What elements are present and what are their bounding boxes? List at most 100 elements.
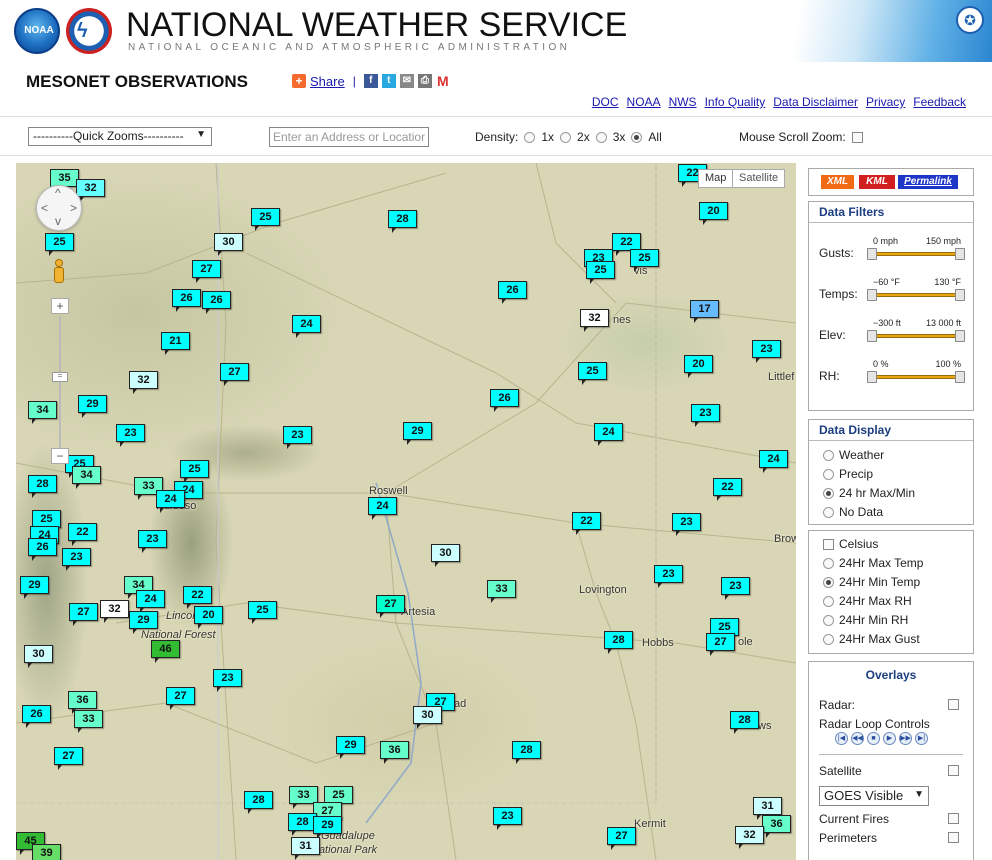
station-marker[interactable]: 33 [74,710,103,733]
station-marker[interactable]: 17 [690,300,719,323]
loop-forward-icon[interactable]: ▶▶ [899,732,912,745]
filter-gusts-min-handle[interactable] [867,248,877,260]
maxmin-option-min-temp[interactable]: 24Hr Min Temp [823,575,920,589]
station-marker[interactable]: 26 [490,389,519,412]
station-marker[interactable]: 27 [706,633,735,656]
station-marker[interactable]: 22 [713,478,742,501]
filter-gusts-max-handle[interactable] [955,248,965,260]
facebook-icon[interactable]: f [363,74,378,88]
display-option-nodata[interactable]: No Data [823,505,883,519]
filter-temps-min-handle[interactable] [867,289,877,301]
station-marker[interactable]: 21 [161,332,190,355]
station-marker[interactable]: 29 [78,395,107,418]
satellite-checkbox[interactable] [948,765,959,776]
nav-link-nws[interactable]: NWS [669,95,697,109]
loop-first-icon[interactable]: |◀ [835,732,848,745]
station-marker[interactable]: 30 [413,706,442,729]
station-marker[interactable]: 23 [672,513,701,536]
maxmin-radio-max-temp[interactable] [823,557,834,569]
station-marker[interactable]: 23 [721,577,750,600]
nav-link-feedback[interactable]: Feedback [913,95,966,109]
loop-play-icon[interactable]: ▶ [883,732,896,745]
display-option-precip[interactable]: Precip [823,467,873,481]
station-marker[interactable]: 30 [431,544,460,567]
station-marker[interactable]: 24 [292,315,321,338]
zoom-slider[interactable]: + = − [51,298,69,468]
quick-zooms-select[interactable]: ----------Quick Zooms---------- ▼ [28,127,212,146]
station-marker[interactable]: 22 [572,512,601,535]
zoom-in-button[interactable]: + [51,298,69,314]
station-marker[interactable]: 31 [753,797,782,820]
doc-seal-icon[interactable]: ✪ [956,6,984,34]
address-input[interactable] [269,127,429,147]
station-marker[interactable]: 32 [100,600,129,623]
station-marker[interactable]: 27 [166,687,195,710]
station-marker[interactable]: 29 [336,736,365,759]
maxmin-radio-min-rh[interactable] [823,614,834,626]
pan-up-icon[interactable]: ^ [55,186,61,200]
station-marker[interactable]: 26 [202,291,231,314]
station-marker[interactable]: 27 [54,747,83,770]
station-marker[interactable]: 36 [762,815,791,838]
station-marker[interactable]: 23 [752,340,781,363]
station-marker[interactable]: 25 [630,249,659,272]
maxmin-option-max-rh[interactable]: 24Hr Max RH [823,594,912,608]
street-view-pegman-icon[interactable] [52,259,66,283]
station-marker[interactable]: 28 [730,711,759,734]
xml-export-button[interactable]: XML [821,175,854,189]
station-marker[interactable]: 27 [69,603,98,626]
current-fires-checkbox[interactable] [948,813,959,824]
display-option-weather[interactable]: Weather [823,448,884,462]
station-marker[interactable]: 29 [403,422,432,445]
station-marker[interactable]: 32 [76,179,105,202]
gmail-icon[interactable]: M [435,74,450,88]
station-marker[interactable]: 25 [180,460,209,483]
zoom-handle[interactable]: = [52,372,68,382]
loop-stop-icon[interactable]: ■ [867,732,880,745]
share-plus-icon[interactable]: + [292,74,306,88]
station-marker[interactable]: 34 [72,466,101,489]
station-marker[interactable]: 46 [151,640,180,663]
station-marker[interactable]: 24 [759,450,788,473]
nav-link-privacy[interactable]: Privacy [866,95,905,109]
pan-control[interactable]: ^ v < > [36,185,82,231]
station-marker[interactable]: 36 [68,691,97,714]
pan-left-icon[interactable]: < [41,201,48,215]
station-marker[interactable]: 26 [28,538,57,561]
station-marker[interactable]: 28 [28,475,57,498]
maxmin-radio-max-rh[interactable] [823,595,834,607]
print-icon[interactable]: ⎙ [417,74,432,88]
nav-link-doc[interactable]: DOC [592,95,619,109]
celsius-checkbox[interactable] [823,538,834,550]
maxmin-option-min-rh[interactable]: 24Hr Min RH [823,613,908,627]
station-marker[interactable]: 25 [586,261,615,284]
display-option-maxmin[interactable]: 24 hr Max/Min [823,486,915,500]
station-marker[interactable]: 20 [684,355,713,378]
nav-link-info-quality[interactable]: Info Quality [705,95,766,109]
email-icon[interactable]: ✉ [399,74,414,88]
station-marker[interactable]: 22 [183,586,212,609]
filter-rh-min-handle[interactable] [867,371,877,383]
pan-right-icon[interactable]: > [70,201,77,215]
station-marker[interactable]: 23 [654,565,683,588]
nav-link-noaa[interactable]: NOAA [627,95,661,109]
station-marker[interactable]: 32 [580,309,609,332]
station-marker[interactable]: 28 [604,631,633,654]
maxmin-option-max-temp[interactable]: 24Hr Max Temp [823,556,923,570]
filter-elev-min-handle[interactable] [867,330,877,342]
station-marker[interactable]: 29 [129,611,158,634]
station-marker[interactable]: 24 [368,497,397,520]
station-marker[interactable]: 28 [512,741,541,764]
filter-temps-max-handle[interactable] [955,289,965,301]
station-marker[interactable]: 24 [156,490,185,513]
station-marker[interactable]: 33 [487,580,516,603]
station-marker[interactable]: 30 [214,233,243,256]
twitter-icon[interactable]: t [381,74,396,88]
station-marker[interactable]: 29 [313,816,342,839]
density-radio-3x[interactable] [595,131,607,143]
display-radio-precip[interactable] [823,468,834,480]
station-marker[interactable]: 36 [380,741,409,764]
pan-down-icon[interactable]: v [55,214,61,228]
nav-link-data-disclaimer[interactable]: Data Disclaimer [773,95,858,109]
station-marker[interactable]: 28 [388,210,417,233]
